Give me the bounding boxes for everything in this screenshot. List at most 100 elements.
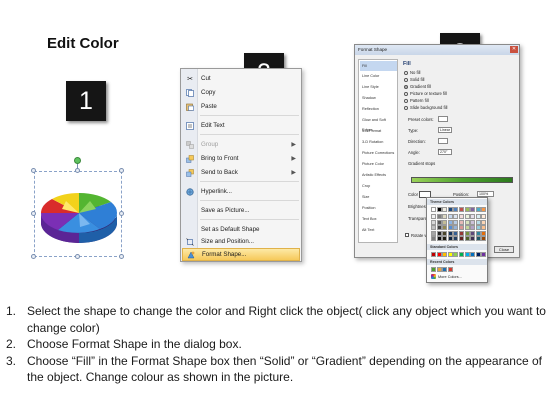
nav-item-text-box[interactable]: Text Box: [360, 214, 397, 224]
theme-tint-swatch[interactable]: [481, 225, 487, 231]
radio-solid-fill[interactable]: Solid fill: [404, 77, 424, 82]
theme-tint-swatch[interactable]: [436, 230, 442, 236]
theme-color-swatch[interactable]: [431, 207, 436, 212]
theme-tint-swatch[interactable]: [464, 219, 470, 225]
nav-item-size[interactable]: Size: [360, 192, 397, 202]
recent-color-swatch[interactable]: [436, 267, 442, 272]
theme-color-swatch[interactable]: [453, 207, 459, 212]
standard-color-swatch[interactable]: [431, 252, 436, 257]
recent-color-swatch[interactable]: [447, 267, 453, 272]
rotation-handle[interactable]: [74, 157, 81, 164]
nav-item-glow[interactable]: Glow and Soft Edges: [360, 115, 397, 132]
standard-color-swatch[interactable]: [453, 252, 459, 257]
theme-tint-swatch[interactable]: [475, 219, 481, 225]
standard-color-swatch[interactable]: [475, 252, 481, 257]
nav-item-artistic-effects[interactable]: Artistic Effects: [360, 170, 397, 180]
menu-item-send-to-back[interactable]: Send to Back ▶: [182, 166, 300, 179]
resize-handle-ne[interactable]: [119, 168, 124, 173]
theme-tint-swatch[interactable]: [453, 219, 459, 225]
menu-item-size-and-position[interactable]: Size and Position...: [182, 235, 300, 248]
standard-color-swatch[interactable]: [436, 252, 442, 257]
theme-color-swatch[interactable]: [481, 207, 487, 212]
theme-tint-swatch[interactable]: [470, 230, 476, 236]
theme-color-swatch[interactable]: [436, 207, 442, 212]
theme-tint-swatch[interactable]: [481, 214, 487, 219]
theme-tint-swatch[interactable]: [458, 219, 464, 225]
nav-item-position[interactable]: Position: [360, 203, 397, 213]
menu-item-save-as-picture[interactable]: Save as Picture...: [182, 204, 300, 217]
radio-pattern-fill[interactable]: Pattern fill: [404, 98, 429, 103]
theme-tint-swatch[interactable]: [464, 230, 470, 236]
rotate-with-shape-checkbox[interactable]: [405, 233, 409, 237]
menu-item-bring-to-front[interactable]: Bring to Front ▶: [182, 152, 300, 165]
theme-tint-swatch[interactable]: [453, 214, 459, 219]
standard-color-swatch[interactable]: [447, 252, 453, 257]
menu-item-format-shape[interactable]: Format Shape...: [182, 248, 300, 261]
theme-tint-swatch[interactable]: [464, 214, 470, 219]
close-button[interactable]: Close: [494, 246, 514, 253]
resize-handle-se[interactable]: [119, 254, 124, 259]
nav-item-line-color[interactable]: Line Color: [360, 71, 397, 81]
theme-tint-swatch[interactable]: [431, 236, 436, 242]
theme-tint-swatch[interactable]: [442, 230, 448, 236]
menu-item-copy[interactable]: Copy: [182, 86, 300, 99]
nav-item-reflection[interactable]: Reflection: [360, 104, 397, 114]
angle-field[interactable]: 270°: [438, 149, 452, 155]
menu-item-paste[interactable]: Paste: [182, 100, 300, 113]
recent-color-swatch[interactable]: [442, 267, 448, 272]
theme-tint-swatch[interactable]: [481, 236, 487, 242]
theme-tint-swatch[interactable]: [447, 225, 453, 231]
nav-item-alt-text[interactable]: Alt Text: [360, 225, 397, 235]
menu-item-hyperlink[interactable]: Hyperlink...: [182, 185, 300, 198]
close-icon[interactable]: ✕: [510, 46, 518, 53]
nav-item-shadow[interactable]: Shadow: [360, 93, 397, 103]
standard-color-swatch[interactable]: [481, 252, 487, 257]
standard-color-swatch[interactable]: [470, 252, 476, 257]
standard-color-swatch[interactable]: [442, 252, 448, 257]
nav-item-3d-rotation[interactable]: 3-D Rotation: [360, 137, 397, 147]
theme-tint-swatch[interactable]: [481, 219, 487, 225]
theme-color-swatch[interactable]: [458, 207, 464, 212]
nav-item-picture-corrections[interactable]: Picture Corrections: [360, 148, 397, 158]
menu-item-cut[interactable]: ✂ Cut: [182, 72, 300, 85]
nav-item-fill[interactable]: Fill: [360, 61, 397, 71]
radio-no-fill[interactable]: No fill: [404, 70, 420, 75]
theme-tint-swatch[interactable]: [470, 214, 476, 219]
theme-tint-swatch[interactable]: [470, 236, 476, 242]
theme-tint-swatch[interactable]: [436, 225, 442, 231]
theme-color-swatch[interactable]: [442, 207, 448, 212]
theme-tint-swatch[interactable]: [458, 214, 464, 219]
theme-tint-swatch[interactable]: [447, 219, 453, 225]
more-colors-button[interactable]: More Colors...: [431, 274, 462, 279]
resize-handle-n[interactable]: [75, 168, 80, 173]
theme-tint-swatch[interactable]: [431, 230, 436, 236]
menu-item-group[interactable]: Group ▶: [182, 138, 300, 151]
theme-tint-swatch[interactable]: [481, 230, 487, 236]
resize-handle-nw[interactable]: [31, 168, 36, 173]
theme-tint-swatch[interactable]: [431, 219, 436, 225]
theme-color-swatch[interactable]: [464, 207, 470, 212]
theme-tint-swatch[interactable]: [464, 236, 470, 242]
theme-tint-swatch[interactable]: [475, 225, 481, 231]
theme-tint-swatch[interactable]: [442, 219, 448, 225]
theme-tint-swatch[interactable]: [431, 225, 436, 231]
resize-handle-sw[interactable]: [31, 254, 36, 259]
theme-tint-swatch[interactable]: [453, 225, 459, 231]
nav-item-crop[interactable]: Crop: [360, 181, 397, 191]
theme-color-swatch[interactable]: [470, 207, 476, 212]
standard-color-swatch[interactable]: [464, 252, 470, 257]
theme-tint-swatch[interactable]: [453, 230, 459, 236]
theme-tint-swatch[interactable]: [436, 214, 442, 219]
theme-tint-swatch[interactable]: [470, 219, 476, 225]
nav-item-3d-format[interactable]: 3-D Format: [360, 126, 397, 136]
theme-tint-swatch[interactable]: [458, 230, 464, 236]
theme-color-swatch[interactable]: [447, 207, 453, 212]
nav-item-picture-color[interactable]: Picture Color: [360, 159, 397, 169]
theme-tint-swatch[interactable]: [453, 236, 459, 242]
resize-handle-w[interactable]: [31, 211, 36, 216]
theme-tint-swatch[interactable]: [470, 225, 476, 231]
recent-color-swatch[interactable]: [431, 267, 436, 272]
theme-tint-swatch[interactable]: [464, 225, 470, 231]
theme-tint-swatch[interactable]: [475, 230, 481, 236]
theme-tint-swatch[interactable]: [447, 230, 453, 236]
